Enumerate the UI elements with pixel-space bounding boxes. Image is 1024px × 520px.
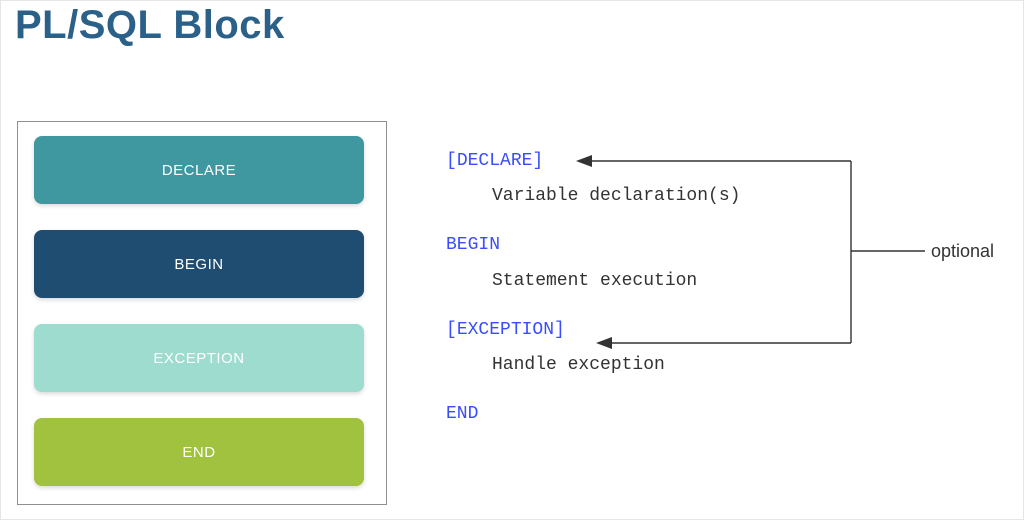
page-title: PL/SQL Block — [15, 3, 285, 48]
plsql-block-frame: DECLARE BEGIN EXCEPTION END — [17, 121, 387, 505]
declare-keyword: DECLARE — [457, 151, 533, 171]
bracket-left: [ — [446, 151, 457, 171]
end-block-label: END — [182, 444, 215, 461]
exception-row: [EXCEPTION] — [446, 318, 866, 343]
exception-body: Handle exception — [446, 353, 866, 378]
bracket-right: ] — [554, 320, 565, 340]
declare-body: Variable declaration(s) — [446, 184, 866, 209]
begin-row: BEGIN — [446, 233, 866, 258]
end-block: END — [34, 418, 364, 486]
declare-block: DECLARE — [34, 136, 364, 204]
begin-block: BEGIN — [34, 230, 364, 298]
diagram-page: PL/SQL Block DECLARE BEGIN EXCEPTION END… — [0, 0, 1024, 520]
bracket-left: [ — [446, 320, 457, 340]
exception-block: EXCEPTION — [34, 324, 364, 392]
bracket-right: ] — [532, 151, 543, 171]
exception-block-label: EXCEPTION — [153, 350, 244, 367]
declare-block-label: DECLARE — [162, 162, 236, 179]
exception-keyword: EXCEPTION — [457, 320, 554, 340]
syntax-outline: [DECLARE] Variable declaration(s) BEGIN … — [446, 149, 866, 437]
begin-body: Statement execution — [446, 269, 866, 294]
begin-block-label: BEGIN — [174, 256, 223, 273]
end-row: END — [446, 402, 866, 427]
declare-row: [DECLARE] — [446, 149, 866, 174]
begin-keyword: BEGIN — [446, 235, 500, 255]
end-keyword: END — [446, 404, 478, 424]
optional-annotation: optional — [931, 241, 994, 262]
